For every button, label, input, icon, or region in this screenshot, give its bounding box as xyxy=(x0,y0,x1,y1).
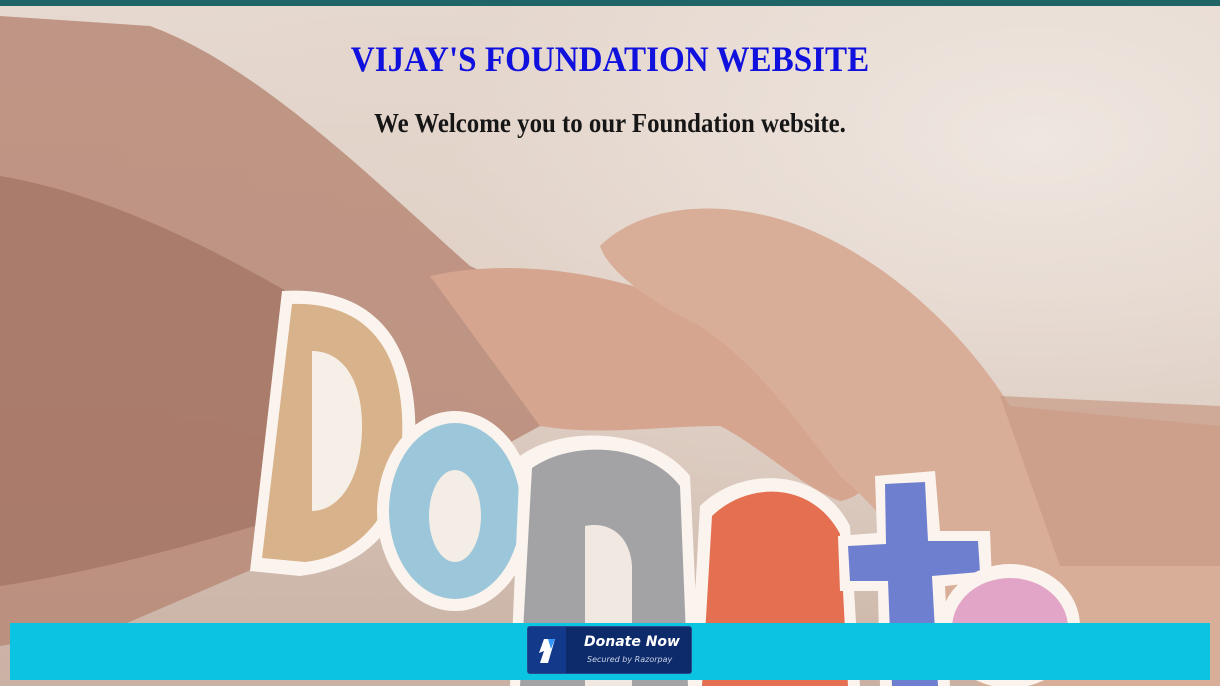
razorpay-logo-icon xyxy=(528,627,566,673)
donate-now-label: Donate Now xyxy=(584,634,680,650)
page-title: VIJAY'S FOUNDATION WEBSITE xyxy=(350,39,870,79)
donate-now-button[interactable]: Donate Now Secured by Razorpay xyxy=(527,626,692,674)
donate-bar: Donate Now Secured by Razorpay xyxy=(10,623,1210,680)
secured-by-text: Secured by Razorpay xyxy=(587,655,673,664)
hero-background-image: VIJAY'S FOUNDATION WEBSITE We Welcome yo… xyxy=(0,6,1220,686)
welcome-text: We Welcome you to our Foundation website… xyxy=(374,108,846,138)
